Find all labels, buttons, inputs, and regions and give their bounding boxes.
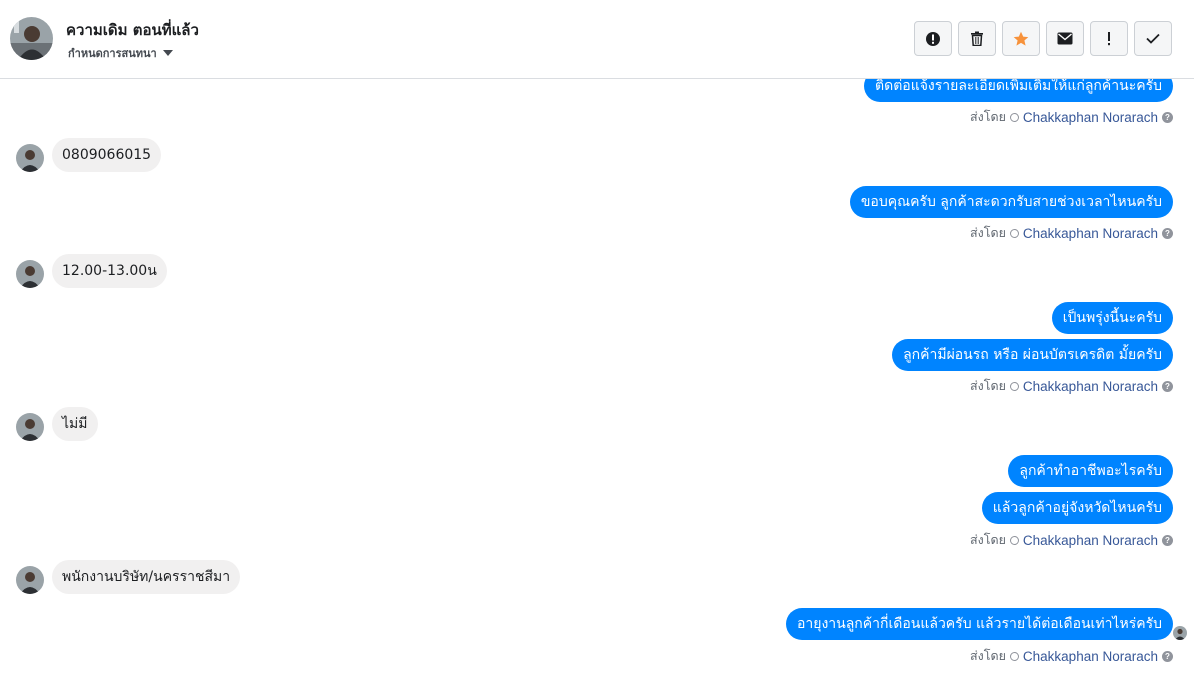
sent-by-label: ส่งโดย Chakkaphan Norarach ? (970, 530, 1173, 550)
sent-by-prefix: ส่งโดย (970, 648, 1006, 663)
sent-by-label: ส่งโดย Chakkaphan Norarach ? (970, 107, 1173, 127)
outgoing-message[interactable]: แล้วลูกค้าอยู่จังหวัดไหนครับ (981, 492, 1173, 524)
verified-check-icon (1009, 535, 1019, 545)
mark-spam-button[interactable] (914, 21, 952, 56)
star-icon (1013, 31, 1029, 47)
trash-icon (970, 31, 984, 46)
sent-by-prefix: ส่งโดย (970, 225, 1006, 240)
incoming-message[interactable]: 0809066015 (52, 138, 162, 172)
verified-check-icon (1009, 651, 1019, 661)
outgoing-message[interactable]: ขอบคุณครับ ลูกค้าสะดวกรับสายช่วงเวลาไหนค… (849, 186, 1173, 218)
outgoing-message[interactable]: เป็นพรุ่งนี้นะครับ (1051, 302, 1173, 334)
exclamation-icon (1107, 31, 1111, 46)
follow-up-button[interactable] (1090, 21, 1128, 56)
sent-by-label: ส่งโดย Chakkaphan Norarach ? (970, 223, 1173, 243)
contact-name: ความเดิม ตอนที่แล้ว (66, 21, 199, 39)
incoming-message[interactable]: พนักงานบริษัท/นครราชสีมา (52, 560, 241, 594)
help-icon[interactable]: ? (1162, 227, 1173, 239)
sent-by-prefix: ส่งโดย (970, 109, 1006, 124)
contact-avatar-small[interactable] (16, 566, 44, 594)
verified-check-icon (1009, 381, 1019, 391)
help-icon[interactable]: ? (1162, 111, 1173, 123)
sent-by-label: ส่งโดย Chakkaphan Norarach ? (970, 646, 1173, 666)
sent-by-prefix: ส่งโดย (970, 378, 1006, 393)
agent-name-link[interactable]: Chakkaphan Norarach (1023, 533, 1158, 548)
sent-by-prefix: ส่งโดย (970, 532, 1006, 547)
contact-avatar-small[interactable] (16, 144, 44, 172)
outgoing-message[interactable]: ลูกค้าทำอาชีพอะไรครับ (1008, 455, 1173, 487)
star-button[interactable] (1002, 21, 1040, 56)
conversation-schedule-dropdown[interactable]: กำหนดการสนทนา (68, 46, 173, 60)
agent-name-link[interactable]: Chakkaphan Norarach (1023, 379, 1158, 394)
alert-circle-icon (925, 31, 941, 47)
verified-check-icon (1009, 112, 1019, 122)
conversation-actions (914, 21, 1172, 56)
contact-avatar-small[interactable] (16, 413, 44, 441)
outgoing-message[interactable]: อายุงานลูกค้ากี่เดือนแล้วครับ แล้วรายได้… (785, 608, 1173, 640)
agent-name-link[interactable]: Chakkaphan Norarach (1023, 226, 1158, 241)
seen-indicator-avatar (1173, 626, 1187, 640)
verified-check-icon (1009, 228, 1019, 238)
sent-by-label: ส่งโดย Chakkaphan Norarach ? (970, 376, 1173, 396)
contact-avatar[interactable] (10, 17, 53, 60)
incoming-message[interactable]: ไม่มี (52, 407, 98, 441)
agent-name-link[interactable]: Chakkaphan Norarach (1023, 110, 1158, 125)
agent-name-link[interactable]: Chakkaphan Norarach (1023, 649, 1158, 664)
incoming-message[interactable]: 12.00-13.00น (52, 254, 167, 288)
delete-button[interactable] (958, 21, 996, 56)
outgoing-message[interactable]: ติดต่อแจ้งรายละเอียดเพิ่มเติมให้แก่ลูกค้… (864, 79, 1173, 102)
message-thread[interactable]: ติดต่อแจ้งรายละเอียดเพิ่มเติมให้แก่ลูกค้… (0, 79, 1194, 693)
checkmark-icon (1146, 33, 1160, 44)
conversation-schedule-label: กำหนดการสนทนา (68, 47, 157, 60)
envelope-icon (1057, 32, 1073, 45)
contact-avatar-small[interactable] (16, 260, 44, 288)
help-icon[interactable]: ? (1162, 534, 1173, 546)
mark-unread-button[interactable] (1046, 21, 1084, 56)
outgoing-message[interactable]: ลูกค้ามีผ่อนรถ หรือ ผ่อนบัตรเครดิต มั้ยค… (892, 339, 1173, 371)
conversation-header: ความเดิม ตอนที่แล้ว กำหนดการสนทนา (0, 0, 1194, 79)
mark-done-button[interactable] (1134, 21, 1172, 56)
help-icon[interactable]: ? (1162, 380, 1173, 392)
help-icon[interactable]: ? (1162, 650, 1173, 662)
caret-down-icon (162, 50, 173, 56)
